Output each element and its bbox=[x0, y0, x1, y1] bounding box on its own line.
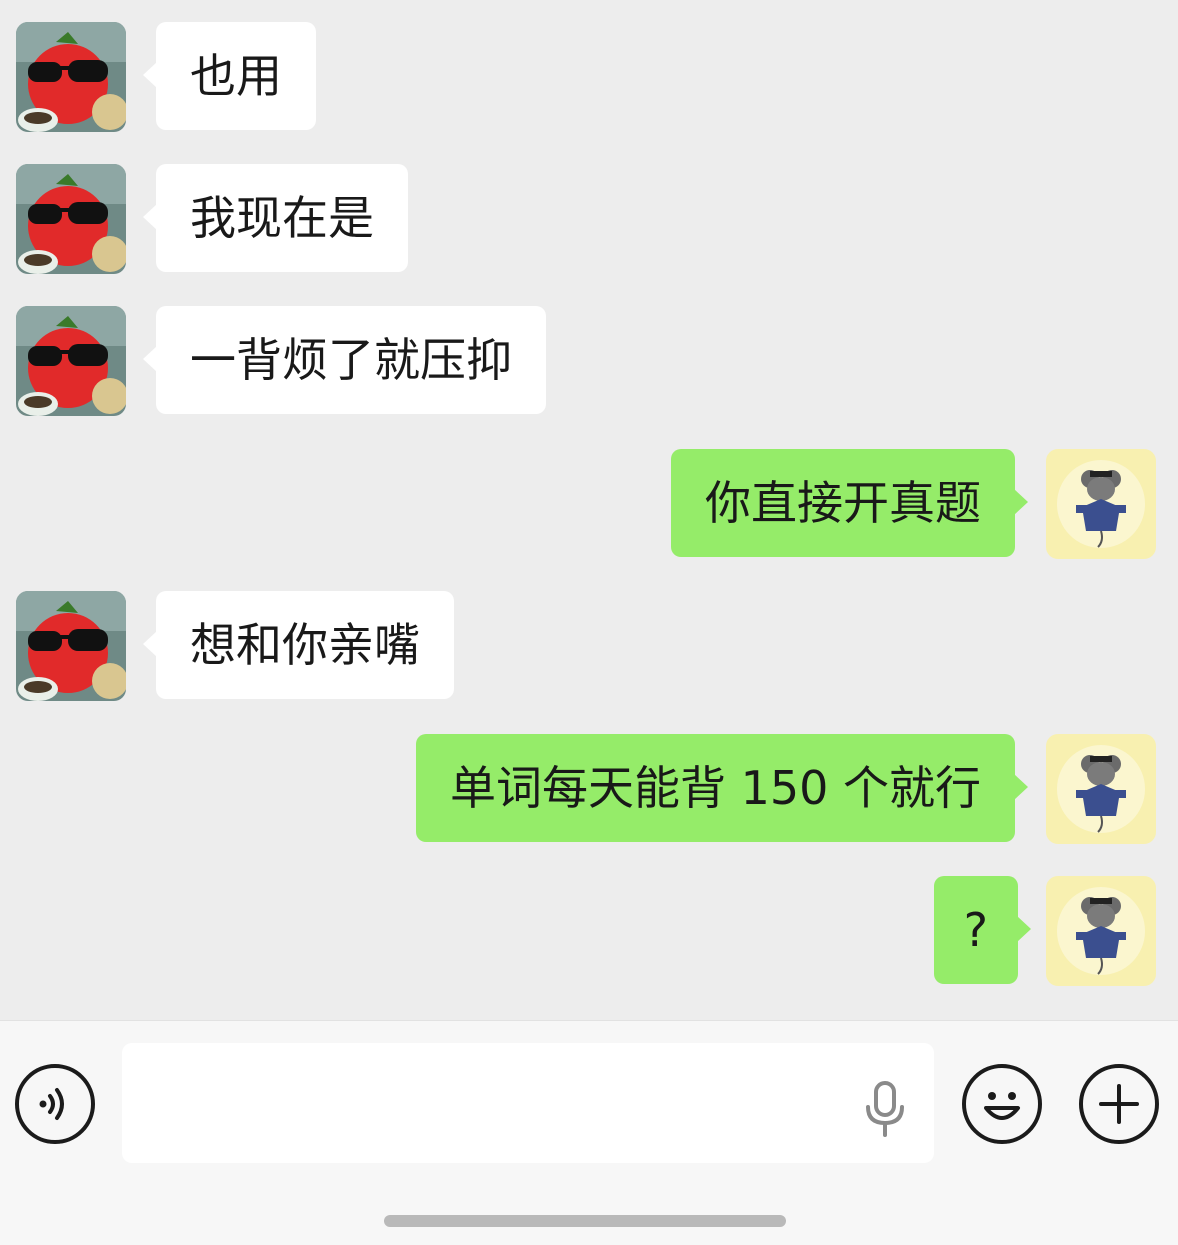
contact-avatar[interactable] bbox=[16, 306, 126, 416]
voice-mode-button[interactable] bbox=[15, 1064, 95, 1144]
emoji-button[interactable] bbox=[962, 1064, 1042, 1144]
message-bubble[interactable]: 你直接开真题 bbox=[671, 449, 1028, 557]
tomato-with-sunglasses-avatar bbox=[16, 306, 126, 416]
graduate-mouse-avatar bbox=[1046, 449, 1156, 559]
my-avatar[interactable] bbox=[1046, 734, 1156, 844]
message-text: 也用 bbox=[190, 49, 282, 103]
tomato-with-sunglasses-avatar bbox=[16, 164, 126, 274]
contact-avatar[interactable] bbox=[16, 591, 126, 701]
message-bubble[interactable]: 一背烦了就压抑 bbox=[143, 306, 546, 414]
chat-input-bar bbox=[0, 1020, 1178, 1245]
message-input[interactable] bbox=[122, 1043, 934, 1163]
more-actions-button[interactable] bbox=[1079, 1064, 1159, 1144]
message-bubble[interactable]: 想和你亲嘴 bbox=[143, 591, 454, 699]
message-bubble[interactable]: 单词每天能背 150 个就行 bbox=[415, 734, 1029, 842]
message-text: 你直接开真题 bbox=[705, 476, 981, 530]
plus-icon bbox=[1099, 1084, 1139, 1124]
contact-avatar[interactable] bbox=[16, 22, 126, 132]
message-bubble[interactable]: ? bbox=[933, 876, 1032, 984]
graduate-mouse-avatar bbox=[1046, 876, 1156, 986]
graduate-mouse-avatar bbox=[1046, 734, 1156, 844]
message-text: ? bbox=[963, 903, 988, 957]
message-bubble[interactable]: 也用 bbox=[143, 22, 316, 130]
chat-message-list: 也用 我现在是 一背烦了就压抑 你直接开真题 想和你亲嘴 单词每天能背 150 … bbox=[0, 0, 1178, 1020]
message-text: 我现在是 bbox=[190, 191, 374, 245]
voice-mode-icon bbox=[39, 1088, 64, 1120]
message-text: 一背烦了就压抑 bbox=[190, 333, 512, 387]
tomato-with-sunglasses-avatar bbox=[16, 22, 126, 132]
my-avatar[interactable] bbox=[1046, 449, 1156, 559]
microphone-icon[interactable] bbox=[862, 1081, 908, 1139]
home-indicator[interactable] bbox=[384, 1215, 786, 1227]
message-text: 想和你亲嘴 bbox=[190, 618, 420, 672]
tomato-with-sunglasses-avatar bbox=[16, 591, 126, 701]
emoji-icon bbox=[984, 1092, 1020, 1120]
my-avatar[interactable] bbox=[1046, 876, 1156, 986]
message-bubble[interactable]: 我现在是 bbox=[143, 164, 408, 272]
contact-avatar[interactable] bbox=[16, 164, 126, 274]
message-text: 单词每天能背 150 个就行 bbox=[449, 761, 981, 815]
